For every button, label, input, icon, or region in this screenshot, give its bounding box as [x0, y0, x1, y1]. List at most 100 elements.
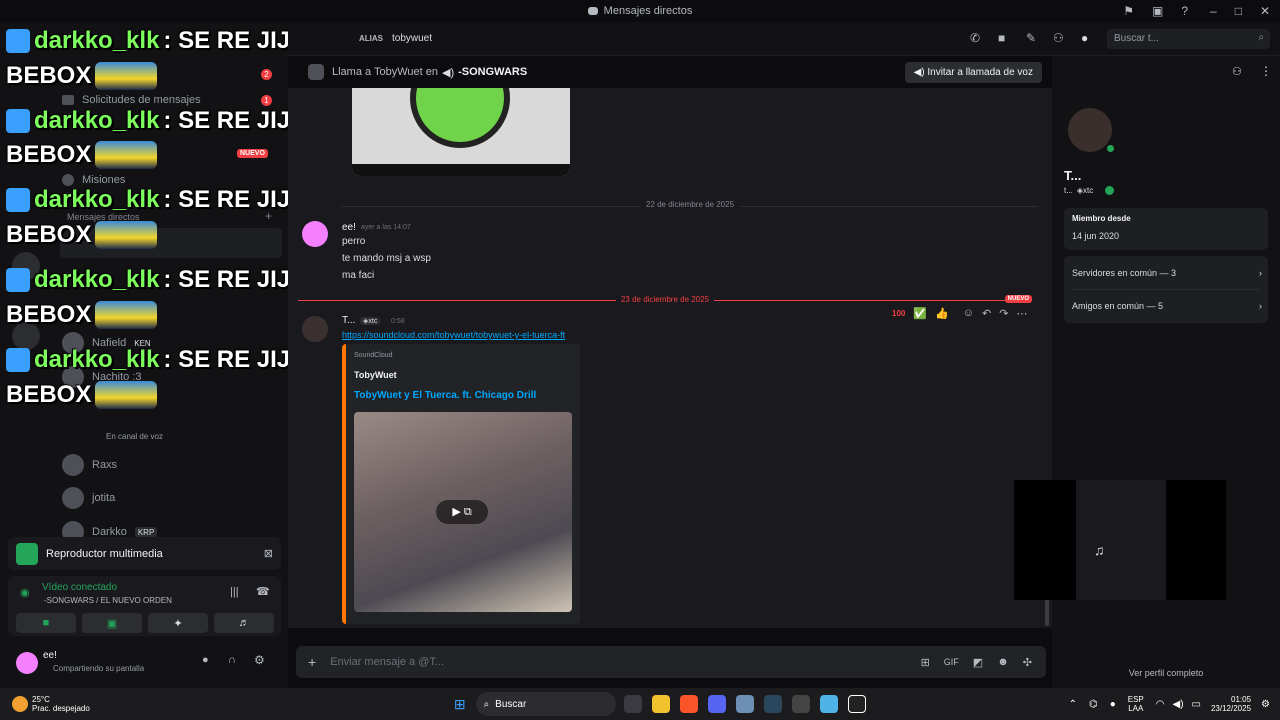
chat-scroller[interactable]: 22 de diciembre de 2025 ee! ayer a las 1… [288, 88, 1052, 628]
add-attachment-icon[interactable]: + [308, 654, 316, 670]
file-explorer-icon[interactable] [651, 695, 670, 713]
pin-icon[interactable]: ✎ [1026, 31, 1036, 45]
emoji-icon[interactable]: ☻ [997, 656, 1009, 668]
soundboard-button[interactable]: ♬ [214, 613, 274, 633]
message-avatar[interactable] [302, 316, 328, 342]
reaction-100[interactable]: 100 [892, 309, 905, 318]
sticker-icon[interactable]: ◩ [973, 656, 983, 669]
unread-badge: 2 [261, 69, 272, 80]
network-icon[interactable]: ⌬ [1089, 699, 1098, 710]
mic-tray-icon[interactable]: ● [1110, 699, 1116, 710]
message-avatar[interactable] [302, 221, 328, 247]
mutual-card: Servidores en común — 3 › Amigos en común… [1064, 256, 1268, 323]
reply-icon[interactable]: ↶ [982, 307, 991, 320]
image-attachment[interactable] [352, 88, 570, 176]
call-avatar [308, 64, 324, 80]
taskbar-search[interactable]: ⌕ Buscar [475, 692, 616, 716]
dm-item[interactable]: jotita [62, 483, 115, 513]
embed-thumbnail[interactable]: ▶ ⧉ [354, 412, 572, 612]
image-frame [352, 164, 570, 176]
search-icon: ⌕ [483, 698, 490, 710]
embed-title[interactable]: TobyWuet y El Tuerca. ft. Chicago Drill [354, 390, 536, 401]
close-button[interactable]: ✕ [1260, 4, 1270, 18]
start-icon[interactable]: ⊞ [454, 696, 466, 713]
mutual-servers[interactable]: Servidores en común — 3 › [1072, 268, 1262, 278]
soundcloud-link[interactable]: https://soundcloud.com/tobywuet/tobywuet… [342, 330, 565, 340]
search-input[interactable]: Buscar t... ⌕ [1107, 29, 1270, 49]
pip-video [1076, 480, 1166, 600]
screenshare-button[interactable]: ▣ [82, 613, 142, 633]
discord-taskbar-icon[interactable] [707, 695, 726, 713]
taskview-icon[interactable] [623, 695, 642, 713]
message-author[interactable]: ee! [342, 222, 356, 233]
user-avatar[interactable] [16, 652, 38, 674]
headphones-icon[interactable]: ∩ [228, 654, 236, 666]
inbox-flag-icon[interactable]: ⚑ [1123, 4, 1134, 18]
notification-icon[interactable]: ⚙ [1261, 699, 1270, 710]
forward-icon[interactable]: ↷ [999, 307, 1008, 320]
twitch-icon [6, 348, 30, 372]
obs-icon[interactable] [791, 695, 810, 713]
message-input[interactable]: Enviar mensaje a @T... [330, 656, 444, 668]
profile-more-icon[interactable]: ⋮ [1260, 64, 1272, 78]
user-profile-icon[interactable]: ● [1081, 31, 1088, 45]
add-friends-icon[interactable]: ⚇ [1053, 31, 1064, 45]
camera-button[interactable]: ■ [16, 613, 76, 633]
reaction-thumbs[interactable]: 👍 [935, 307, 949, 320]
battery-icon[interactable]: ▭ [1192, 699, 1201, 710]
notepad-icon[interactable] [819, 695, 838, 713]
window-title: Mensajes directos [587, 5, 692, 17]
screen-icon[interactable]: ▣ [1152, 4, 1163, 18]
invite-voice-button[interactable]: ◀) Invitar a llamada de voz [904, 61, 1042, 83]
speaker-icon: ◀) [913, 66, 928, 78]
weather-icon[interactable] [12, 696, 28, 712]
volume-icon[interactable]: ◀) [1173, 699, 1184, 710]
message-author[interactable]: T... [342, 315, 355, 326]
video-call-icon[interactable]: ■ [998, 31, 1005, 45]
profile-settings-icon[interactable]: ⚇ [1232, 65, 1242, 78]
language-indicator[interactable]: ESP LAA [1128, 695, 1144, 713]
media-player-icon [16, 542, 38, 565]
overlay-chat-line: BEBOX [6, 381, 158, 409]
message-toolbar: 100 ✅ 👍 ☺ ↶ ↷ ⋯ [892, 304, 1027, 322]
speaker-icon: ◀) [442, 66, 455, 79]
popout-icon[interactable]: ⊠ [264, 547, 273, 560]
help-icon[interactable]: ? [1181, 4, 1188, 18]
tray-chevron-icon[interactable]: ⌃ [1069, 699, 1077, 710]
media-player-panel[interactable]: Reproductor multimedia ⊠ [8, 537, 281, 570]
embed-author[interactable]: TobyWuet [354, 370, 397, 380]
mutual-friends[interactable]: Amigos en común — 5 › [1072, 301, 1262, 311]
overlay-chat-line: BEBOX [6, 141, 158, 169]
minimize-button[interactable]: – [1210, 4, 1217, 18]
scrollbar[interactable] [1045, 598, 1049, 626]
message-composer[interactable]: + Enviar mensaje a @T... ⊞ GIF ◩ ☻ ✣ [296, 646, 1046, 678]
more-icon[interactable]: ⋯ [1016, 307, 1027, 320]
view-full-profile-link[interactable]: Ver perfil completo [1052, 668, 1280, 678]
disconnect-icon[interactable]: ☎ [256, 585, 270, 598]
voice-call-icon[interactable]: ✆ [970, 31, 980, 45]
voice-channel-link[interactable]: -SONGWARS / EL NUEVO ORDEN [44, 596, 172, 605]
brave-icon[interactable] [679, 695, 698, 713]
gift-icon[interactable]: ⊞ [921, 656, 930, 669]
dm-item[interactable]: Raxs [62, 450, 117, 480]
maximize-button[interactable]: □ [1235, 4, 1242, 18]
settings-icon[interactable]: ⚙ [254, 653, 265, 667]
clock[interactable]: 01:05 23/12/2025 [1211, 695, 1251, 713]
steam-icon[interactable] [763, 695, 782, 713]
weather-widget[interactable]: 25°C Prac. despejado [32, 695, 90, 713]
settings-app-icon[interactable] [735, 695, 754, 713]
pip-preview[interactable]: ♫ [1014, 480, 1226, 600]
emote-icon [95, 62, 158, 90]
mic-icon[interactable]: ● [202, 654, 209, 666]
media-app-icon[interactable] [847, 695, 866, 713]
add-reaction-icon[interactable]: ☺ [963, 307, 974, 319]
twitch-icon [6, 268, 30, 292]
reaction-check[interactable]: ✅ [913, 307, 927, 320]
call-bar: Llama a TobyWuet en ◀) -SONGWARS ◀) Invi… [296, 56, 1052, 88]
wifi-icon[interactable]: ◠ [1156, 699, 1165, 710]
gif-icon[interactable]: GIF [944, 657, 959, 667]
activities-button[interactable]: ✦ [148, 613, 208, 633]
apps-icon[interactable]: ✣ [1023, 656, 1032, 669]
play-icon[interactable]: ▶ ⧉ [436, 500, 488, 524]
noise-icon[interactable]: ||| [230, 586, 239, 598]
